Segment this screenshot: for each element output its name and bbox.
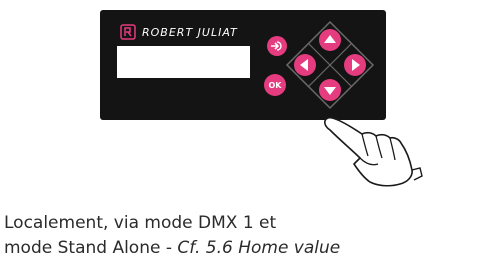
direction-pad [285,20,375,110]
ok-label: OK [268,80,282,90]
brand: ROBERT JULIAT [120,22,238,42]
brand-name: ROBERT JULIAT [142,25,238,39]
caption-line-1: Localement, via mode DMX 1 et [4,213,277,233]
robert-juliat-logo-icon [120,24,136,40]
control-panel: ROBERT JULIAT OK [100,10,386,120]
down-button[interactable] [319,79,341,101]
up-button[interactable] [319,29,341,51]
pointing-hand-icon [324,116,423,187]
caption: Localement, via mode DMX 1 et mode Stand… [4,211,499,261]
lcd-display [117,46,250,78]
left-button[interactable] [294,54,316,76]
enter-button[interactable] [267,36,287,56]
enter-arrow-icon [271,41,282,51]
ok-button[interactable]: OK [264,74,286,96]
caption-mode: mode Stand Alone - [4,238,178,258]
caption-reference: Cf. 5.6 Home value [177,238,341,258]
right-button[interactable] [344,54,366,76]
caption-line-2: mode Stand Alone - Cf. 5.6 Home value [4,236,499,261]
